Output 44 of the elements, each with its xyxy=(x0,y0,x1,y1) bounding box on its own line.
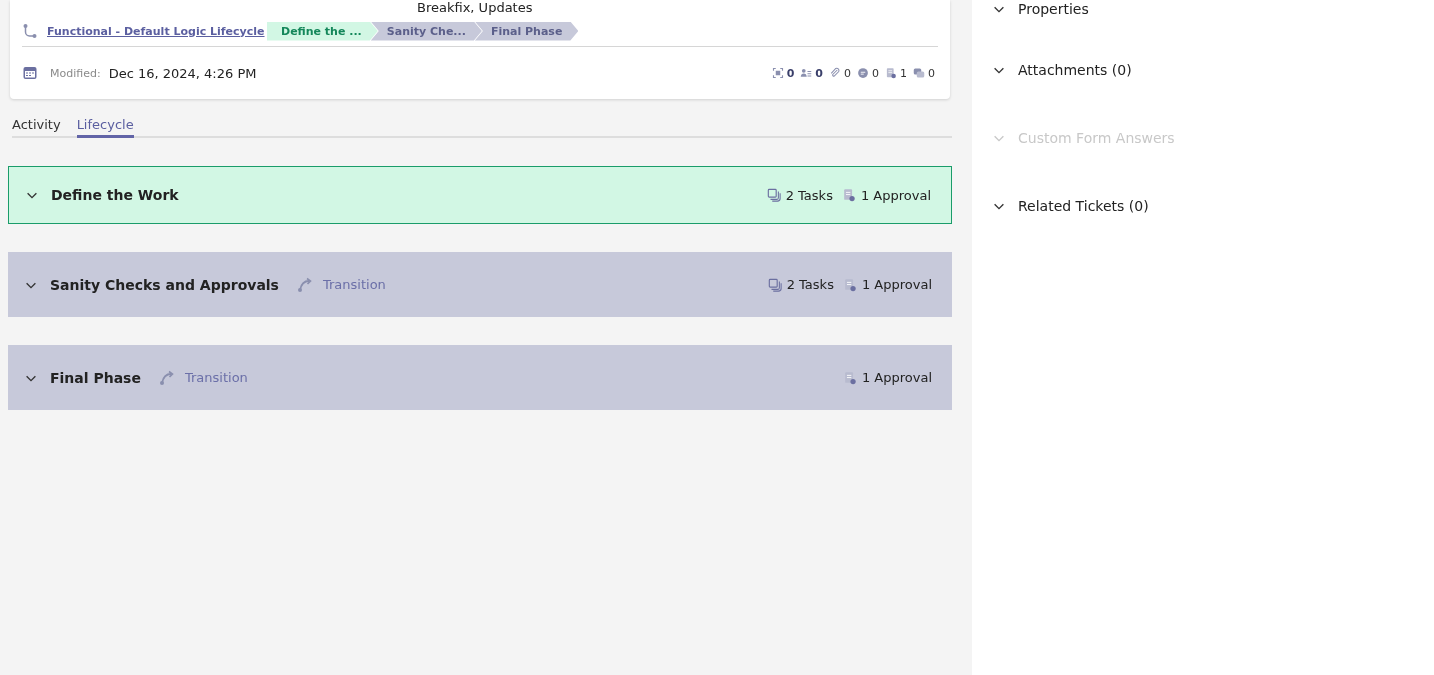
phase-header[interactable]: Define the Work 2 Tasks 1 Approval xyxy=(8,166,952,224)
section-header[interactable]: Properties xyxy=(992,0,1434,18)
phase-header[interactable]: Sanity Checks and Approvals Transition 2 Tasks 1 Approval xyxy=(8,252,952,317)
stage-chip[interactable]: Final Phase xyxy=(474,21,579,41)
document-icon xyxy=(842,370,857,385)
count-text: 2 Tasks xyxy=(785,187,833,203)
phase-title: Define the Work xyxy=(51,187,179,203)
lifecycle-link[interactable]: Functional - Default Logic Lifecycle xyxy=(47,24,267,38)
count-text: 0 xyxy=(928,66,935,80)
tags-value: Breakfix, Updates xyxy=(417,0,533,16)
modified-date: Dec 16, 2024, 4:26 PM xyxy=(108,65,257,81)
count-text: 0 xyxy=(815,66,823,80)
stage-chip[interactable]: Sanity Che... xyxy=(370,21,482,41)
paperclip-icon xyxy=(829,67,841,79)
count-text: 1 Approval xyxy=(860,187,931,203)
comment-icon xyxy=(857,67,869,79)
document-icon xyxy=(842,277,857,292)
count-text: 0 xyxy=(872,66,879,80)
section-header[interactable]: Attachments (0) xyxy=(992,36,1434,104)
phase-title: Final Phase xyxy=(50,369,141,386)
document-icon xyxy=(841,188,856,202)
stage-chip[interactable]: Define the ... xyxy=(267,21,378,41)
count-text: 1 Approval xyxy=(861,370,932,385)
count-text: 0 xyxy=(844,66,851,80)
stacked-squares-icon xyxy=(767,277,782,292)
modified-label: Modified: xyxy=(50,66,101,80)
count-text: 2 Tasks xyxy=(786,277,834,292)
scan-frame-icon xyxy=(771,67,784,79)
chat-bubbles-icon xyxy=(913,67,925,79)
tab[interactable]: Activity xyxy=(12,117,61,138)
stacked-squares-icon xyxy=(766,188,781,202)
flow-icon xyxy=(22,23,38,39)
phase-header[interactable]: Final Phase Transition 1 Approval xyxy=(8,345,952,410)
transition-arrow-icon xyxy=(158,369,175,386)
transition-arrow-icon xyxy=(296,276,313,293)
count-text: 1 Approval xyxy=(861,277,932,292)
phase-title: Sanity Checks and Approvals xyxy=(50,276,279,293)
tab[interactable]: Lifecycle xyxy=(76,117,134,138)
people-list-icon xyxy=(800,67,813,79)
calendar-icon xyxy=(22,65,38,81)
section-header[interactable]: Related Tickets (0) xyxy=(992,172,1434,240)
count-text: 0 xyxy=(786,66,795,80)
document-icon xyxy=(885,67,897,79)
count-text: 1 xyxy=(900,66,907,80)
